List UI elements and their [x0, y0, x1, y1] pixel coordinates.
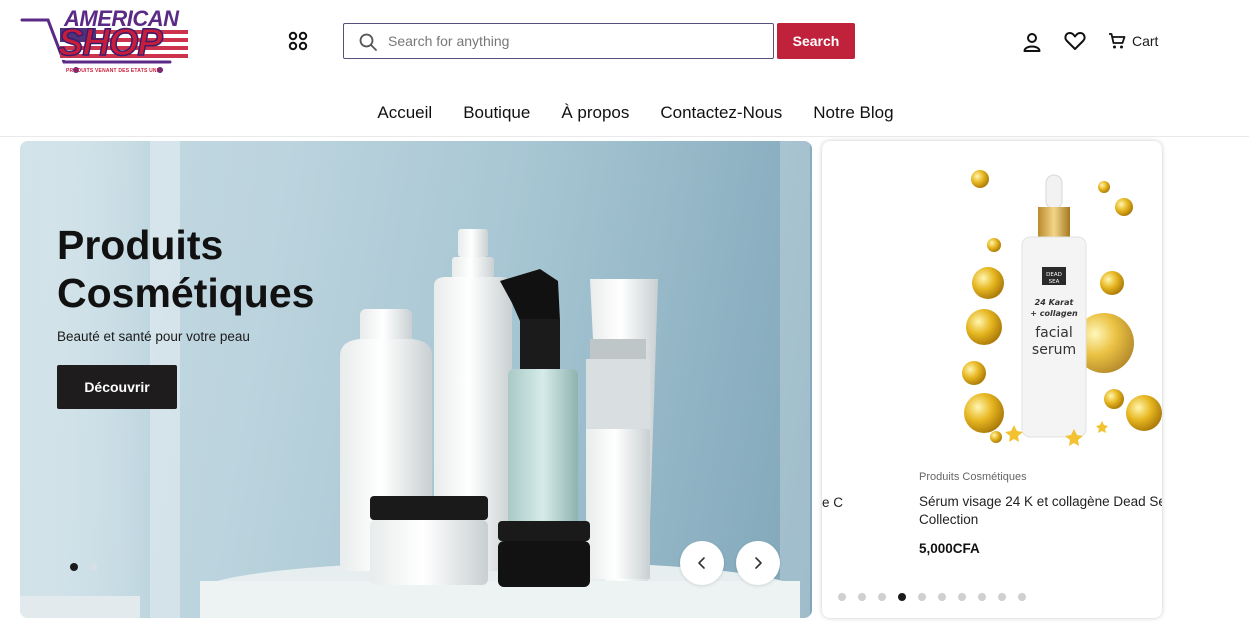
grid-icon[interactable] [288, 31, 308, 51]
nav-item-contact[interactable]: Contactez-Nous [660, 96, 782, 130]
carousel-dot-4[interactable] [898, 593, 906, 601]
carousel-dot-1[interactable] [838, 593, 846, 601]
user-icon[interactable] [1021, 31, 1043, 53]
site-logo[interactable]: AMERICAN SHOP PRODUITS VENANT DES ETATS … [20, 6, 192, 78]
search-icon [358, 32, 378, 52]
product-carousel-pagination [838, 593, 1026, 601]
hero-next-button[interactable] [736, 541, 780, 585]
product-title-line-1: Sérum visage 24 K et collagène Dead Se [919, 494, 1162, 509]
chevron-right-icon [755, 557, 762, 569]
carousel-dot-9[interactable] [998, 593, 1006, 601]
carousel-dot-7[interactable] [958, 593, 966, 601]
serum-label-line-3: facial [1035, 325, 1073, 341]
chevron-left-icon [698, 557, 705, 569]
search-button[interactable]: Search [777, 23, 855, 59]
logo-text-shop: SHOP [57, 21, 163, 65]
previous-product-title-partial[interactable]: e C [822, 495, 843, 510]
hero-dot-2[interactable] [90, 563, 98, 571]
search-input[interactable] [388, 24, 768, 58]
serum-brand-line-1: DEAD [1046, 272, 1062, 278]
hero-prev-button[interactable] [680, 541, 724, 585]
nav-divider [0, 136, 1249, 137]
hero-title-line-2: Cosmétiques [57, 270, 315, 316]
nav-item-a-propos[interactable]: À propos [561, 96, 629, 130]
hero-pagination [70, 563, 98, 571]
cart-button[interactable]: Cart [1108, 30, 1158, 52]
hero-title: Produits Cosmétiques [57, 221, 377, 317]
carousel-dot-10[interactable] [1018, 593, 1026, 601]
discover-button[interactable]: Découvrir [57, 365, 177, 409]
carousel-dot-2[interactable] [858, 593, 866, 601]
serum-label-line-2: + collagen [1030, 309, 1078, 318]
serum-label-line-4: serum [1032, 342, 1076, 358]
logo-tagline: PRODUITS VENANT DES ETATS UNIS [66, 68, 162, 74]
carousel-dot-8[interactable] [978, 593, 986, 601]
hero-subtitle: Beauté et santé pour votre peau [57, 329, 250, 344]
cart-label: Cart [1132, 33, 1159, 49]
nav-item-accueil[interactable]: Accueil [377, 96, 432, 130]
carousel-dot-3[interactable] [878, 593, 886, 601]
nav-item-boutique[interactable]: Boutique [463, 96, 530, 130]
search-bar [343, 23, 774, 59]
product-price: 5,000CFA [919, 541, 980, 556]
product-carousel: DEAD SEA 24 Karat + collagen facial seru… [822, 141, 1162, 618]
serum-brand-line-2: SEA [1049, 279, 1060, 285]
carousel-dot-6[interactable] [938, 593, 946, 601]
product-title-line-2: Collection [919, 512, 979, 527]
heart-icon[interactable] [1063, 30, 1087, 52]
hero-dot-1[interactable] [70, 563, 78, 571]
hero-title-line-1: Produits [57, 222, 224, 268]
carousel-dot-5[interactable] [918, 593, 926, 601]
nav-item-blog[interactable]: Notre Blog [813, 96, 893, 130]
serum-label-line-1: 24 Karat [1035, 298, 1075, 307]
hero-slider: Produits Cosmétiques Beauté et santé pou… [20, 141, 812, 618]
main-nav: Accueil Boutique À propos Contactez-Nous… [0, 96, 1249, 130]
product-title[interactable]: Sérum visage 24 K et collagène Dead Se C… [919, 493, 1162, 529]
product-category[interactable]: Produits Cosmétiques [919, 471, 1027, 483]
product-image-serum[interactable]: DEAD SEA 24 Karat + collagen facial seru… [954, 163, 1162, 463]
cart-icon [1109, 33, 1126, 49]
